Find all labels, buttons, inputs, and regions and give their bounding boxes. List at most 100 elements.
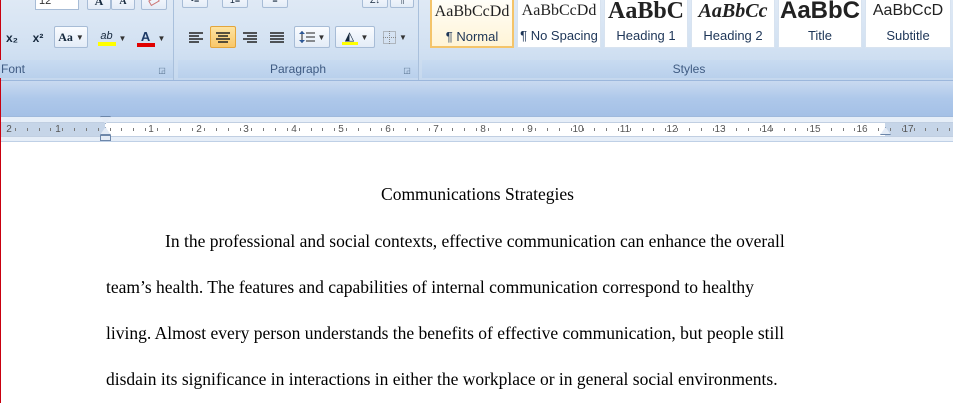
ruler-tick [286, 128, 288, 131]
document-title: Communications Strategies [381, 184, 574, 204]
font-dialog-launcher-icon[interactable]: ◲ [157, 65, 167, 75]
borders-button[interactable]: ▼ [377, 26, 413, 48]
style-normal[interactable]: AaBbCcDd ¶ Normal [430, 0, 514, 48]
clear-formatting-button[interactable] [141, 0, 167, 10]
style-heading-1[interactable]: AaBbC Heading 1 [604, 0, 688, 48]
ruler-tick [889, 128, 891, 131]
left-margin-area [1, 123, 105, 136]
ruler-number: 2 [196, 124, 202, 135]
ruler-tick [677, 128, 679, 131]
justify-button[interactable] [264, 26, 290, 48]
sort-icon: Z↓ [370, 0, 380, 5]
font-size-input[interactable]: 12 [35, 0, 79, 10]
styles-group-label: Styles [422, 60, 953, 78]
ruler-tick [393, 128, 395, 131]
style-sample: AaBbCcDd [434, 3, 510, 20]
bullets-button[interactable]: •≡ [182, 0, 208, 8]
subscript-button[interactable]: x₂ [1, 27, 23, 49]
paint-bucket-icon: ◭ [341, 30, 358, 45]
ruler-tick [665, 128, 667, 131]
ruler-tick [641, 128, 643, 131]
superscript-label: x² [32, 31, 44, 45]
align-right-button[interactable] [237, 26, 263, 48]
justify-icon [270, 31, 284, 43]
style-no-spacing[interactable]: AaBbCcDd ¶ No Spacing [517, 0, 601, 48]
highlight-label: ab [100, 30, 113, 42]
change-case-button[interactable]: Aa ▼ [54, 26, 88, 48]
eraser-icon [148, 0, 160, 7]
font-color-label: A [140, 28, 151, 44]
numbering-button[interactable]: 1≡ [222, 0, 248, 8]
font-color-button[interactable]: A ▼ [133, 27, 169, 49]
superscript-button[interactable]: x² [27, 27, 49, 49]
ruler-tick [629, 128, 631, 131]
ruler-tick [688, 128, 690, 131]
ruler-tick [322, 128, 324, 131]
ruler-tick [62, 128, 64, 131]
ruler-tick [298, 128, 300, 131]
paragraph-line: living. Almost every person understands … [106, 323, 785, 343]
style-heading-2[interactable]: AaBbCc Heading 2 [691, 0, 775, 48]
highlight-button[interactable]: ab ▼ [93, 27, 131, 49]
ruler-tick [405, 128, 407, 131]
grow-font-button[interactable]: A [87, 0, 111, 10]
paragraph-line: team’s health. The features and capabili… [106, 277, 754, 297]
ruler-tick [819, 128, 820, 131]
shading-button[interactable]: ◭ ▼ [335, 26, 375, 48]
paragraph-group-label: Paragraph [178, 60, 418, 78]
ruler-number: 12 [666, 124, 678, 135]
ruler-tick [535, 128, 537, 131]
right-margin-area [885, 123, 953, 136]
show-marks-button[interactable]: ¶ [390, 0, 414, 8]
ruler-tick [795, 128, 797, 131]
chevron-down-icon: ▼ [75, 32, 84, 42]
align-left-button[interactable] [183, 26, 209, 48]
ruler-tick [547, 128, 549, 131]
ruler-strip: 2 1 1 2 3 4 5 6 7 8 9 10 11 12 13 14 15 … [1, 122, 953, 137]
ruler-tick [594, 128, 596, 131]
ruler-tick [724, 128, 726, 131]
ruler-tick [215, 128, 217, 131]
ruler-tick [156, 128, 158, 131]
sort-button[interactable]: Z↓ [362, 0, 388, 8]
ruler-tick [251, 128, 253, 131]
style-name: ¶ No Spacing [520, 28, 598, 43]
shrink-font-button[interactable]: A [111, 0, 135, 10]
horizontal-ruler[interactable]: 2 1 1 2 3 4 5 6 7 8 9 10 11 12 13 14 15 … [1, 116, 953, 142]
ruler-number: 9 [527, 124, 533, 135]
ruler-tick [144, 128, 146, 131]
ruler-number: 5 [338, 124, 344, 135]
ruler-tick [925, 128, 927, 131]
ruler-number: 6 [385, 124, 391, 135]
ruler-tick [570, 128, 572, 131]
ruler-number: 1 [148, 124, 154, 135]
ruler-tick [913, 128, 915, 131]
font-group: 12 A A x₂ x² Aa ▼ ab ▼ A ▼ Font ◲ [0, 0, 174, 80]
ruler-tick [949, 128, 951, 131]
ruler-tick [168, 128, 170, 131]
ruler-tick [38, 128, 40, 131]
style-subtitle[interactable]: AaBbCcD Subtitle [865, 0, 951, 48]
ruler-tick [121, 128, 123, 131]
change-case-label: Aa [58, 29, 73, 44]
left-indent-marker[interactable] [100, 135, 111, 141]
ruler-tick [14, 128, 16, 131]
style-title[interactable]: AaBbC Title [778, 0, 862, 48]
chevron-down-icon: ▼ [118, 33, 127, 43]
align-center-button[interactable] [210, 26, 236, 48]
ruler-tick [487, 128, 489, 131]
style-sample: AaBbC [779, 0, 860, 24]
paragraph-dialog-launcher-icon[interactable]: ◲ [402, 65, 412, 75]
borders-icon [383, 30, 397, 44]
document-page[interactable]: Communications Strategies In the profess… [1, 142, 953, 403]
ruler-tick [700, 128, 702, 131]
style-sample: AaBbC [607, 0, 685, 24]
ruler-tick [617, 128, 619, 131]
multilevel-list-button[interactable]: ≡ [262, 0, 288, 8]
font-group-label: Font [0, 60, 173, 78]
ruler-tick [263, 128, 265, 131]
ruler-tick [275, 128, 277, 131]
ruler-tick [771, 128, 773, 131]
line-spacing-button[interactable]: ▼ [294, 26, 330, 48]
style-sample: AaBbCcDd [521, 2, 597, 19]
